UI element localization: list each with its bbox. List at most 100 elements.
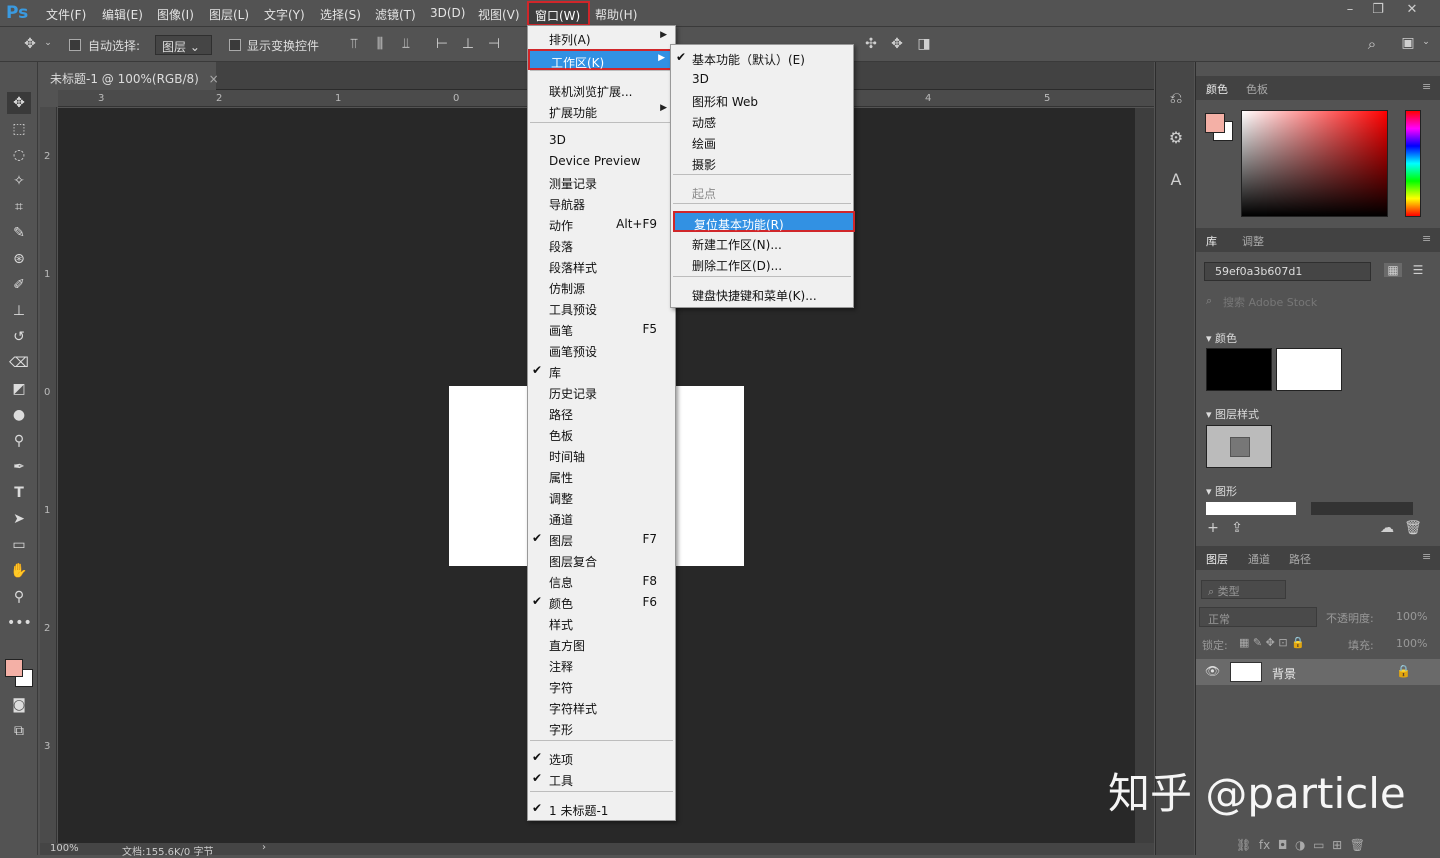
library-color-white[interactable] — [1276, 348, 1342, 391]
workspace-submenu-item[interactable]: ✔ 基本功能（默认）(E) — [671, 48, 853, 69]
window-menu-item[interactable]: 时间轴 — [528, 445, 675, 466]
library-graphic-thumb[interactable] — [1206, 502, 1296, 515]
gradient-tool-icon[interactable]: ◩ — [7, 378, 31, 400]
menu-edit[interactable]: 编辑(E) — [102, 6, 143, 23]
menu-help[interactable]: 帮助(H) — [595, 6, 637, 23]
menu-view[interactable]: 视图(V) — [478, 6, 520, 23]
workspace-submenu-item[interactable]: 绘画 — [671, 132, 853, 153]
magic-wand-tool-icon[interactable]: ✧ — [7, 170, 31, 192]
window-menu-item[interactable]: 字形 — [528, 718, 675, 739]
minimize-icon[interactable]: – — [1336, 2, 1364, 22]
tab-paths[interactable]: 路径 — [1289, 551, 1311, 567]
more-tools-icon[interactable]: ••• — [7, 612, 32, 634]
workspace-icon[interactable]: ▣ — [1398, 35, 1418, 51]
healing-brush-tool-icon[interactable]: ⊛ — [7, 248, 31, 270]
move-tool-icon[interactable]: ✥ — [7, 92, 31, 114]
rectangle-tool-icon[interactable]: ▭ — [7, 534, 31, 556]
auto-select-dropdown[interactable]: 图层 ⌄ — [155, 35, 212, 55]
library-graphic-thumb[interactable] — [1311, 502, 1413, 515]
tab-channels[interactable]: 通道 — [1248, 551, 1270, 567]
link-icon[interactable]: ⛓ — [1236, 838, 1251, 852]
window-menu-item[interactable]: 信息 F8 — [528, 571, 675, 592]
window-menu-item[interactable]: 调整 — [528, 487, 675, 508]
menu-type[interactable]: 文字(Y) — [264, 6, 305, 23]
path-selection-tool-icon[interactable]: ➤ — [7, 508, 31, 530]
workspace-submenu-item[interactable]: 删除工作区(D)... — [671, 254, 853, 275]
workspace-submenu-item[interactable]: 3D — [671, 69, 853, 90]
history-brush-tool-icon[interactable]: ↺ — [7, 326, 31, 348]
window-menu-item[interactable]: ✔ 图层 F7 — [528, 529, 675, 550]
window-menu-item[interactable]: 字符样式 — [528, 697, 675, 718]
layer-row[interactable]: 👁 背景 🔒 — [1196, 659, 1440, 685]
align-bottom-icon[interactable]: ⫫ — [398, 36, 414, 52]
eye-icon[interactable]: 👁 — [1205, 664, 1220, 678]
workspace-submenu-item[interactable]: 图形和 Web — [671, 90, 853, 111]
eraser-tool-icon[interactable]: ⌫ — [7, 352, 31, 374]
opacity-value[interactable]: 100% — [1396, 610, 1427, 623]
window-menu-item[interactable]: ✔ 1 未标题-1 — [528, 799, 675, 820]
window-menu-item[interactable]: 路径 — [528, 403, 675, 424]
crop-tool-icon[interactable]: ⌗ — [7, 196, 31, 218]
document-tab[interactable]: 未标题-1 @ 100%(RGB/8) × — [40, 62, 219, 90]
character-panel-icon[interactable]: A — [1164, 170, 1188, 189]
type-tool-icon[interactable]: T — [7, 482, 31, 504]
window-menu-item[interactable]: 仿制源 — [528, 277, 675, 298]
trash-icon[interactable]: 🗑 — [1404, 520, 1422, 536]
move-tool-icon[interactable]: ✥ — [18, 36, 42, 52]
properties-panel-icon[interactable]: ⚙ — [1164, 128, 1188, 147]
fill-value[interactable]: 100% — [1396, 637, 1427, 650]
align-top-icon[interactable]: ⫪ — [346, 36, 362, 52]
pen-tool-icon[interactable]: ✒ — [7, 456, 31, 478]
brush-tool-icon[interactable]: ✐ — [7, 274, 31, 296]
delete-layer-icon[interactable]: 🗑 — [1350, 838, 1365, 852]
tab-layers[interactable]: 图层 — [1206, 551, 1228, 567]
cloud-icon[interactable]: ☁ — [1378, 520, 1396, 536]
window-menu-item[interactable]: ✔ 工具 — [528, 769, 675, 790]
auto-select-checkbox[interactable] — [69, 39, 81, 51]
window-menu-item[interactable]: ✔ 选项 — [528, 748, 675, 769]
window-menu-item[interactable]: 色板 — [528, 424, 675, 445]
window-menu-item[interactable]: 排列(A) ▶ — [528, 28, 675, 49]
window-menu-item[interactable]: 注释 — [528, 655, 675, 676]
align-hcenter-icon[interactable]: ⊥ — [460, 36, 476, 52]
screen-mode-icon[interactable]: ⧉ — [7, 720, 31, 742]
window-menu-item[interactable]: 字符 — [528, 676, 675, 697]
window-menu-item[interactable]: 属性 — [528, 466, 675, 487]
3d-slide-icon[interactable]: ✥ — [888, 36, 906, 52]
window-menu-item[interactable]: 工具预设 — [528, 298, 675, 319]
window-menu-item[interactable]: ✔ 颜色 F6 — [528, 592, 675, 613]
hue-slider[interactable] — [1405, 110, 1421, 217]
zoom-level[interactable]: 100% — [50, 843, 79, 854]
window-menu-item[interactable]: 动作 Alt+F9 — [528, 214, 675, 235]
panel-menu-icon[interactable]: ≡ — [1422, 232, 1431, 245]
window-menu-item[interactable]: 历史记录 — [528, 382, 675, 403]
blur-tool-icon[interactable]: ● — [7, 404, 31, 426]
mask-icon[interactable]: ◘ — [1278, 838, 1288, 852]
lock-transparency-icon[interactable]: ▦ ✎ ✥ ⊡ 🔒 — [1239, 636, 1305, 649]
window-menu-item[interactable]: 联机浏览扩展... — [528, 80, 675, 101]
show-transform-checkbox[interactable] — [229, 39, 241, 51]
close-tab-icon[interactable]: × — [209, 72, 219, 86]
foreground-color-swatch[interactable] — [5, 659, 23, 677]
3d-pan-icon[interactable]: ✣ — [862, 36, 880, 52]
layer-filter-select[interactable]: ⌕ 类型 — [1201, 580, 1286, 599]
history-panel-icon[interactable]: ⎌ — [1164, 88, 1188, 108]
eyedropper-tool-icon[interactable]: ✎ — [7, 222, 31, 244]
hand-tool-icon[interactable]: ✋ — [7, 560, 31, 582]
lasso-tool-icon[interactable]: ◌ — [7, 144, 31, 166]
window-menu-item[interactable]: 画笔预设 — [528, 340, 675, 361]
menu-layer[interactable]: 图层(L) — [209, 6, 249, 23]
workspace-submenu-item[interactable]: 新建工作区(N)... — [671, 233, 853, 254]
new-layer-icon[interactable]: ⊞ — [1332, 838, 1342, 852]
marquee-tool-icon[interactable]: ⬚ — [7, 118, 31, 140]
window-menu-item[interactable]: 样式 — [528, 613, 675, 634]
tab-swatches[interactable]: 色板 — [1246, 81, 1268, 97]
zoom-tool-icon[interactable]: ⚲ — [7, 586, 31, 608]
window-menu-item[interactable]: 扩展功能 ▶ — [528, 101, 675, 122]
section-graphics[interactable]: ▾ 图形 — [1206, 483, 1237, 499]
section-layer-styles[interactable]: ▾ 图层样式 — [1206, 406, 1259, 422]
window-menu-item[interactable]: 段落样式 — [528, 256, 675, 277]
dodge-tool-icon[interactable]: ⚲ — [7, 430, 31, 452]
window-menu-item[interactable]: 通道 — [528, 508, 675, 529]
library-color-black[interactable] — [1206, 348, 1272, 391]
